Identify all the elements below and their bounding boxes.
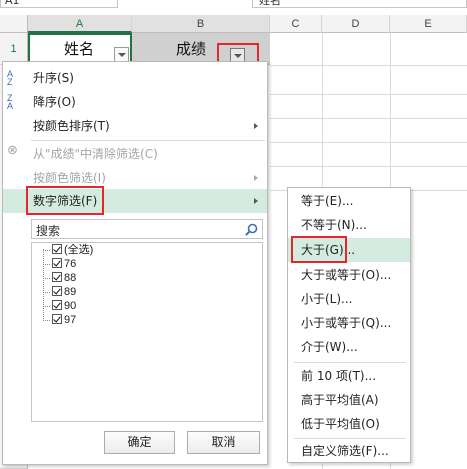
submenu-arrow-icon — [254, 198, 258, 204]
checkbox[interactable] — [52, 286, 62, 296]
menu-separator — [294, 362, 406, 363]
clear-filter-icon: ⊗ — [7, 142, 18, 157]
clear-filter-label: 从"成绩"中清除筛选(C) — [33, 147, 158, 161]
column-header-d[interactable]: D — [322, 15, 390, 33]
cancel-button[interactable]: 取消 — [187, 431, 260, 454]
submenu-less-or-equal[interactable]: 小于或等于(Q)... — [288, 311, 410, 335]
filter-by-color-label: 按颜色筛选(I) — [33, 171, 106, 185]
column-header-a[interactable]: A — [28, 15, 132, 33]
gridline — [270, 65, 467, 66]
sort-ascending-label: 升序(S) — [33, 71, 74, 85]
checkbox[interactable] — [52, 272, 62, 282]
sort-by-color-item[interactable]: 按颜色排序(T) — [3, 114, 267, 138]
filter-value-label: 88 — [64, 272, 77, 284]
filter-value-item[interactable]: 90 — [52, 300, 76, 314]
gridline — [270, 142, 467, 143]
sort-descending-label: 降序(O) — [33, 95, 76, 109]
filter-value-item[interactable]: 97 — [52, 314, 76, 328]
search-placeholder: 搜索 — [36, 224, 61, 238]
submenu-top-10[interactable]: 前 10 项(T)... — [288, 364, 410, 388]
ok-button[interactable]: 确定 — [104, 431, 175, 454]
submenu-greater-or-equal[interactable]: 大于或等于(O)... — [288, 263, 410, 287]
filter-value-item[interactable]: 89 — [52, 286, 76, 300]
menu-separator — [31, 140, 265, 141]
autofilter-dropdown: AZ 升序(S) ZA 降序(O) 按颜色排序(T) ⊗ 从"成绩"中清除筛选(… — [2, 61, 268, 465]
tree-line — [43, 292, 50, 293]
tree-line — [43, 306, 50, 307]
filter-value-label: 90 — [64, 300, 77, 312]
column-header-e[interactable]: E — [390, 15, 467, 33]
dropdown-arrow-icon — [118, 53, 126, 57]
search-icon — [245, 223, 258, 236]
clear-filter-item: ⊗ 从"成绩"中清除筛选(C) — [3, 142, 267, 166]
tree-line — [43, 249, 44, 319]
column-header-b[interactable]: B — [132, 15, 270, 33]
sort-ascending-icon: AZ — [7, 69, 14, 87]
select-all-corner[interactable] — [0, 15, 28, 33]
filter-value-label: 97 — [64, 314, 77, 326]
checkbox[interactable] — [52, 314, 62, 324]
filter-value-item[interactable]: 76 — [52, 258, 76, 272]
name-box[interactable]: A1 — [0, 0, 118, 8]
filter-value-label: (全选) — [64, 244, 94, 256]
filter-value-item[interactable]: 88 — [52, 272, 76, 286]
tree-line — [43, 278, 50, 279]
sort-ascending-item[interactable]: AZ 升序(S) — [3, 66, 267, 90]
dropdown-arrow-icon — [234, 54, 242, 58]
submenu-arrow-icon — [254, 175, 258, 181]
formula-bar[interactable]: 姓名 — [252, 0, 467, 8]
submenu-custom-filter[interactable]: 自定义筛选(F)... — [288, 439, 410, 463]
submenu-equals[interactable]: 等于(E)... — [288, 189, 410, 213]
filter-value-select-all[interactable]: (全选) — [52, 244, 93, 258]
annotation-highlight-box — [26, 186, 104, 215]
sort-descending-icon: ZA — [7, 93, 14, 111]
submenu-above-average[interactable]: 高于平均值(A) — [288, 388, 410, 412]
submenu-arrow-icon — [254, 123, 258, 129]
sort-descending-item[interactable]: ZA 降序(O) — [3, 90, 267, 114]
number-filter-submenu: 等于(E)... 不等于(N)... 大于(G)... 大于或等于(O)... … — [287, 187, 411, 463]
search-input[interactable]: 搜索 — [31, 219, 263, 239]
submenu-less-than[interactable]: 小于(L)... — [288, 287, 410, 311]
gridline — [270, 118, 467, 119]
filter-value-list[interactable]: (全选) 76 88 89 90 97 — [31, 242, 263, 422]
filter-button-a[interactable] — [114, 47, 129, 62]
checkbox[interactable] — [52, 258, 62, 268]
gridline — [270, 94, 467, 95]
submenu-between[interactable]: 介于(W)... — [288, 335, 410, 359]
sort-by-color-label: 按颜色排序(T) — [33, 119, 110, 133]
filter-value-label: 76 — [64, 258, 77, 270]
submenu-below-average[interactable]: 低于平均值(O) — [288, 412, 410, 436]
cell-b1-text: 成绩 — [176, 40, 207, 58]
gridline — [270, 166, 467, 167]
tree-line — [43, 320, 50, 321]
checkbox[interactable] — [52, 244, 62, 254]
annotation-highlight-box — [291, 236, 347, 263]
column-header-c[interactable]: C — [270, 15, 322, 33]
cell-a1-text: 姓名 — [64, 40, 95, 58]
checkbox[interactable] — [52, 300, 62, 310]
tree-line — [43, 264, 50, 265]
filter-value-label: 89 — [64, 286, 77, 298]
tree-line — [43, 250, 50, 251]
submenu-not-equals[interactable]: 不等于(N)... — [288, 213, 410, 237]
